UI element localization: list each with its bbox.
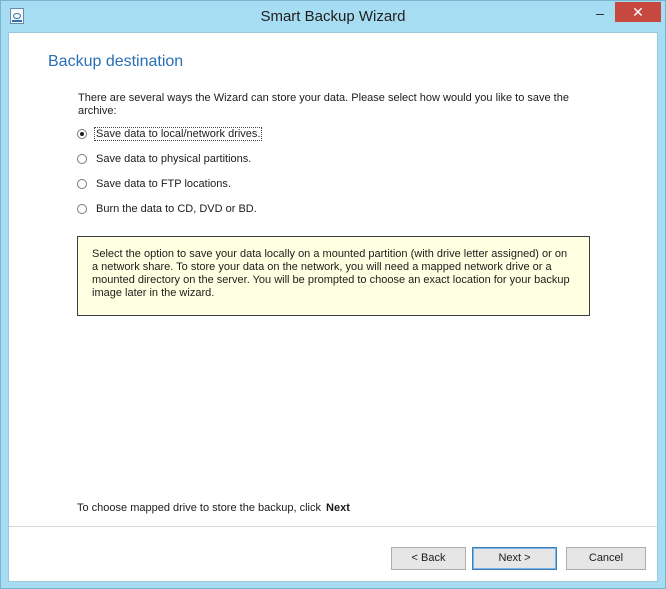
option-label: Save data to FTP locations. — [96, 178, 231, 190]
hint-text: To choose mapped drive to store the back… — [77, 502, 350, 514]
next-button[interactable]: Next > — [472, 547, 557, 570]
wizard-window: Smart Backup Wizard – ✕ Backup destinati… — [0, 0, 666, 589]
radio-burn-disc[interactable] — [77, 204, 87, 214]
wizard-content: Backup destination There are several way… — [8, 32, 658, 582]
radio-local-network[interactable] — [77, 129, 87, 139]
cancel-button[interactable]: Cancel — [566, 547, 646, 570]
info-box: Select the option to save your data loca… — [77, 236, 590, 316]
option-label: Burn the data to CD, DVD or BD. — [96, 203, 257, 215]
radio-physical-partitions[interactable] — [77, 154, 87, 164]
footer-separator — [9, 526, 657, 527]
back-button[interactable]: < Back — [391, 547, 466, 570]
close-button[interactable]: ✕ — [615, 2, 661, 22]
intro-text: There are several ways the Wizard can st… — [78, 92, 569, 117]
window-title: Smart Backup Wizard — [260, 8, 406, 25]
option-label: Save data to physical partitions. — [96, 153, 252, 165]
minimize-button[interactable]: – — [587, 2, 613, 22]
title-bar[interactable]: Smart Backup Wizard – ✕ — [1, 1, 665, 32]
option-ftp[interactable]: Save data to FTP locations. — [77, 176, 233, 192]
radio-ftp[interactable] — [77, 179, 87, 189]
option-burn-disc[interactable]: Burn the data to CD, DVD or BD. — [77, 201, 259, 217]
hint-message: To choose mapped drive to store the back… — [77, 502, 321, 514]
option-local-network[interactable]: Save data to local/network drives. — [77, 126, 263, 142]
option-label: Save data to local/network drives. — [94, 127, 263, 141]
hint-action: Next — [326, 502, 350, 514]
page-heading: Backup destination — [48, 53, 184, 70]
option-physical-partitions[interactable]: Save data to physical partitions. — [77, 151, 253, 167]
